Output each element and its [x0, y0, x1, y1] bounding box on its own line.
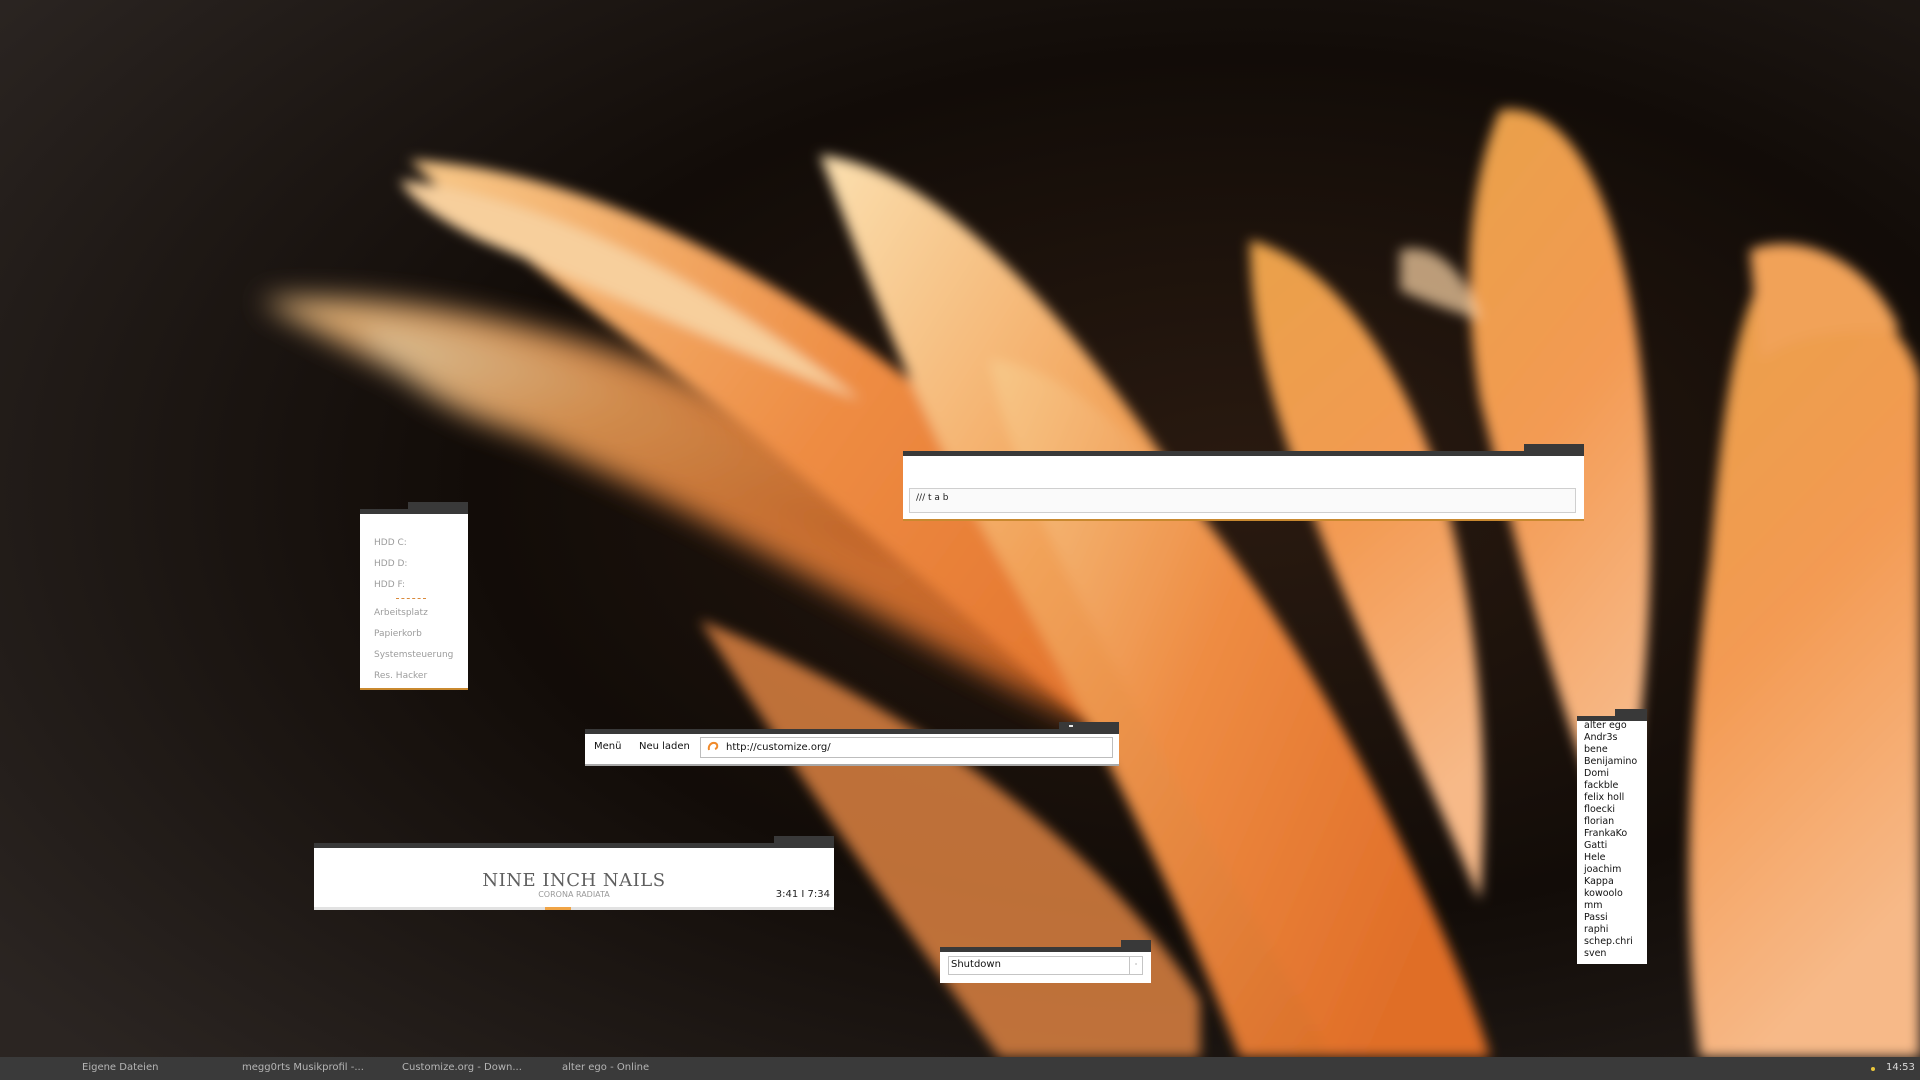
drives-widget: HDD C: HDD D: HDD F: Arbeitsplatz Papier… [360, 502, 468, 690]
widget-title-bar [585, 729, 1119, 734]
buddy-list: alter ego Andr3s bene Benijamino Domi fackble… [1577, 709, 1647, 964]
place-item-systemsteuerung[interactable]: Systemsteuerung [374, 645, 453, 666]
drive-item-c[interactable]: HDD C: [374, 533, 407, 554]
task-eigene-dateien[interactable]: Eigene Dateien [82, 1062, 158, 1073]
buddy-item[interactable]: Hele [1584, 852, 1637, 864]
site-favicon-icon [707, 741, 719, 751]
address-text: http://customize.org/ [726, 742, 831, 753]
shutdown-selected-value: Shutdown [951, 959, 1001, 970]
task-musikprofil[interactable]: megg0rts Musikprofil -... [242, 1062, 364, 1073]
shutdown-select[interactable]: Shutdown · [948, 956, 1143, 975]
buddy-item[interactable]: raphi [1584, 924, 1637, 936]
widget-tab[interactable] [774, 836, 834, 848]
accent-line [360, 688, 468, 690]
buddy-item[interactable]: Passi [1584, 912, 1637, 924]
shutdown-widget: Shutdown · [940, 940, 1151, 983]
track-title: CORONA RADIATA [538, 890, 610, 899]
menu-button[interactable]: Menü [594, 741, 621, 752]
buddy-item[interactable]: floecki [1584, 804, 1637, 816]
buddy-item[interactable]: felix holl [1584, 792, 1637, 804]
buddy-item[interactable]: fackble [1584, 780, 1637, 792]
drive-item-d[interactable]: HDD D: [374, 554, 407, 575]
place-item-papierkorb[interactable]: Papierkorb [374, 624, 453, 645]
widget-tab[interactable] [1059, 722, 1119, 734]
place-item-res-hacker[interactable]: Res. Hacker [374, 666, 453, 687]
drive-list: HDD C: HDD D: HDD F: [374, 533, 407, 596]
buddy-item[interactable]: sven [1584, 948, 1637, 960]
buddy-item[interactable]: Gatti [1584, 840, 1637, 852]
tab-search-text: /// t a b [916, 493, 949, 503]
widget-title-bar [903, 451, 1584, 456]
tray-status-icon[interactable] [1871, 1067, 1875, 1071]
buddy-item[interactable]: Andr3s [1584, 732, 1637, 744]
buddy-item[interactable]: schep.chri [1584, 936, 1637, 948]
task-customize[interactable]: Customize.org - Down... [402, 1062, 522, 1073]
buddy-item[interactable]: FrankaKo [1584, 828, 1637, 840]
progress-knob[interactable] [545, 907, 571, 910]
reload-button[interactable]: Neu laden [639, 741, 690, 752]
address-field[interactable]: http://customize.org/ [700, 737, 1113, 758]
buddy-item[interactable]: alter ego [1584, 720, 1637, 732]
place-item-arbeitsplatz[interactable]: Arbeitsplatz [374, 603, 453, 624]
bottom-line [585, 764, 1119, 766]
buddy-items: alter ego Andr3s bene Benijamino Domi fackble… [1584, 720, 1637, 960]
tab-search-widget: /// t a b [903, 444, 1584, 521]
buddy-item[interactable]: kowoolo [1584, 888, 1637, 900]
accent-line [903, 519, 1584, 521]
widget-title-bar [314, 843, 834, 848]
widget-tab[interactable] [1524, 444, 1584, 456]
clock: 14:53 [1886, 1062, 1915, 1073]
drive-item-f[interactable]: HDD F: [374, 575, 407, 596]
buddy-item[interactable]: florian [1584, 816, 1637, 828]
taskbar: Eigene Dateien megg0rts Musikprofil -...… [0, 1057, 1920, 1080]
chevron-down-icon[interactable]: · [1129, 957, 1142, 974]
divider [396, 598, 426, 599]
buddy-item[interactable]: joachim [1584, 864, 1637, 876]
widget-tab[interactable] [1121, 940, 1151, 952]
music-player: NINE INCH NAILS CORONA RADIATA 3:41 I 7:… [314, 836, 834, 910]
widget-tab[interactable] [408, 502, 468, 514]
buddy-item[interactable]: mm [1584, 900, 1637, 912]
tab-search-input[interactable]: /// t a b [909, 488, 1576, 513]
buddy-item[interactable]: bene [1584, 744, 1637, 756]
artist-name: NINE INCH NAILS [482, 870, 666, 891]
widget-title-bar [940, 947, 1151, 952]
places-list: Arbeitsplatz Papierkorb Systemsteuerung … [374, 603, 453, 687]
tab-grip-icon [1069, 725, 1073, 727]
browser-bar: Menü Neu laden http://customize.org/ [585, 722, 1119, 766]
buddy-item[interactable]: Kappa [1584, 876, 1637, 888]
buddy-item[interactable]: Domi [1584, 768, 1637, 780]
progress-bar[interactable] [314, 907, 834, 910]
buddy-item[interactable]: Benijamino [1584, 756, 1637, 768]
task-alter-ego[interactable]: alter ego - Online [562, 1062, 649, 1073]
track-time: 3:41 I 7:34 [775, 889, 830, 900]
